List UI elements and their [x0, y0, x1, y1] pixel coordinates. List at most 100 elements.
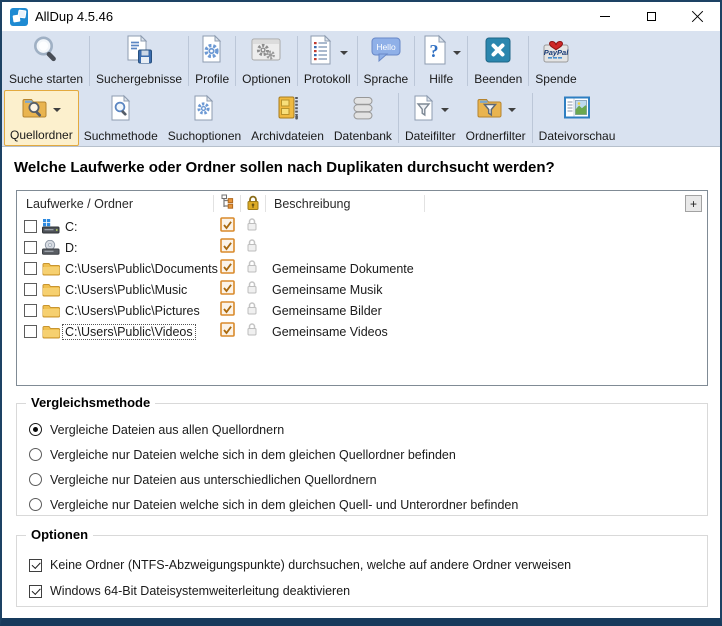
help-icon: ?: [421, 34, 449, 71]
profiles-button[interactable]: Profile: [190, 33, 234, 89]
help-button[interactable]: ? Hilfe: [416, 33, 466, 89]
language-button[interactable]: Hello Sprache: [359, 33, 414, 89]
row-description: Gemeinsame Musik: [264, 283, 382, 297]
start-search-button[interactable]: Suche starten: [4, 33, 88, 89]
folder-icon: [42, 303, 60, 318]
comparison-option[interactable]: Vergleiche nur Dateien welche sich in de…: [17, 442, 707, 467]
table-row[interactable]: C:\Users\Public\Videos Gemeinsame Videos: [17, 321, 707, 342]
comparison-option[interactable]: Vergleiche Dateien aus allen Quellordner…: [17, 417, 707, 442]
source-folders-tab[interactable]: Quellordner: [4, 90, 79, 146]
options-group: Optionen Keine Ordner (NTFS-Abzweigungsp…: [16, 535, 708, 607]
row-checkbox[interactable]: [24, 262, 37, 275]
toolbar-button-label: Protokoll: [304, 72, 351, 86]
lock-icon[interactable]: [246, 280, 258, 300]
option-item[interactable]: Windows 64-Bit Dateisystemweiterleitung …: [17, 578, 707, 604]
search-enabled-check-icon[interactable]: [220, 238, 235, 258]
column-header-label: Laufwerke / Ordner: [26, 197, 133, 211]
close-icon: [691, 10, 704, 23]
toolbar-button-label: Suche starten: [9, 72, 83, 86]
radio-button[interactable]: [29, 423, 42, 436]
table-row[interactable]: C:\Users\Public\Music Gemeinsame Musik: [17, 279, 707, 300]
column-header-lock[interactable]: [241, 191, 265, 216]
donate-button[interactable]: PayPal Spende: [530, 33, 581, 89]
radio-button[interactable]: [29, 448, 42, 461]
column-header-path[interactable]: Laufwerke / Ordner: [17, 191, 213, 216]
options-button[interactable]: Optionen: [237, 33, 296, 89]
toolbar-button-label: Dateifilter: [405, 129, 456, 143]
nav-toolbar: Quellordner Suchmethode Such: [2, 89, 720, 147]
group-legend: Vergleichsmethode: [26, 395, 155, 410]
toolbar-button-label: Suchmethode: [84, 129, 158, 143]
toolbar-button-label: Spende: [535, 72, 576, 86]
exit-button[interactable]: Beenden: [469, 33, 527, 89]
lock-icon[interactable]: [246, 238, 258, 258]
checkbox[interactable]: [29, 585, 42, 598]
toolbar-button-label: Archivdateien: [251, 129, 324, 143]
search-enabled-check-icon[interactable]: [220, 259, 235, 279]
protocol-button[interactable]: Protokoll: [299, 33, 356, 89]
toolbar-button-label: Beenden: [474, 72, 522, 86]
table-row[interactable]: C:: [17, 216, 707, 237]
search-results-button[interactable]: Suchergebnisse: [91, 33, 187, 89]
search-options-tab[interactable]: Suchoptionen: [163, 90, 246, 146]
row-description: Gemeinsame Videos: [264, 325, 388, 339]
radio-label: Vergleiche nur Dateien welche sich in de…: [50, 498, 518, 512]
checkbox-label: Windows 64-Bit Dateisystemweiterleitung …: [50, 584, 350, 598]
comparison-option[interactable]: Vergleiche nur Dateien welche sich in de…: [17, 492, 707, 517]
row-checkbox[interactable]: [24, 220, 37, 233]
lock-icon[interactable]: [246, 259, 258, 279]
search-results-icon: [123, 34, 155, 71]
folder-icon: [42, 261, 60, 276]
search-enabled-check-icon[interactable]: [220, 280, 235, 300]
table-row[interactable]: D:: [17, 237, 707, 258]
gold-lock-icon: [246, 194, 260, 214]
file-funnel-icon: [411, 94, 437, 127]
lock-icon[interactable]: [246, 322, 258, 342]
search-method-tab[interactable]: Suchmethode: [79, 90, 163, 146]
close-button[interactable]: [674, 2, 720, 31]
table-row[interactable]: C:\Users\Public\Documents Gemeinsame Dok…: [17, 258, 707, 279]
column-header-description[interactable]: Beschreibung: [266, 191, 424, 216]
toolbar-button-label: Optionen: [242, 72, 291, 86]
minimize-icon: [600, 16, 610, 17]
search-enabled-check-icon[interactable]: [220, 217, 235, 237]
column-divider: [424, 195, 425, 212]
column-header-search[interactable]: [214, 191, 240, 216]
folder-icon: [42, 282, 60, 297]
table-row[interactable]: C:\Users\Public\Pictures Gemeinsame Bild…: [17, 300, 707, 321]
row-checkbox[interactable]: [24, 304, 37, 317]
toolbar-button-label: Suchergebnisse: [96, 72, 182, 86]
maximize-button[interactable]: [628, 2, 674, 31]
radio-button[interactable]: [29, 498, 42, 511]
row-checkbox[interactable]: [24, 325, 37, 338]
radio-button[interactable]: [29, 473, 42, 486]
add-column-button[interactable]: +: [685, 195, 702, 212]
file-filter-tab[interactable]: Dateifilter: [400, 90, 461, 146]
row-path: C:\Users\Public\Pictures: [63, 304, 202, 318]
search-enabled-check-icon[interactable]: [220, 301, 235, 321]
lock-icon[interactable]: [246, 217, 258, 237]
row-path: D:: [63, 241, 80, 255]
row-checkbox[interactable]: [24, 241, 37, 254]
comparison-option[interactable]: Vergleiche nur Dateien aus unterschiedli…: [17, 467, 707, 492]
minimize-button[interactable]: [582, 2, 628, 31]
row-description: Gemeinsame Dokumente: [264, 262, 414, 276]
hierarchy-check-icon: [220, 194, 235, 213]
toolbar-separator: [357, 36, 358, 86]
option-item[interactable]: Keine Ordner (NTFS-Abzweigungspunkte) du…: [17, 552, 707, 578]
file-preview-tab[interactable]: Dateivorschau: [534, 90, 621, 146]
zip-archive-icon: [275, 94, 301, 127]
row-path-cell: C:\Users\Public\Documents: [17, 261, 214, 276]
checkbox[interactable]: [29, 559, 42, 572]
titlebar: AllDup 4.5.46: [2, 2, 720, 31]
database-tab[interactable]: Datenbank: [329, 90, 397, 146]
row-checkbox[interactable]: [24, 283, 37, 296]
toolbar-separator: [235, 36, 236, 86]
folder-filter-tab[interactable]: Ordnerfilter: [461, 90, 531, 146]
lock-icon[interactable]: [246, 301, 258, 321]
window-controls: [582, 2, 720, 31]
archive-files-tab[interactable]: Archivdateien: [246, 90, 329, 146]
database-icon: [350, 94, 376, 127]
alldup-app-icon: [10, 8, 28, 26]
search-enabled-check-icon[interactable]: [220, 322, 235, 342]
